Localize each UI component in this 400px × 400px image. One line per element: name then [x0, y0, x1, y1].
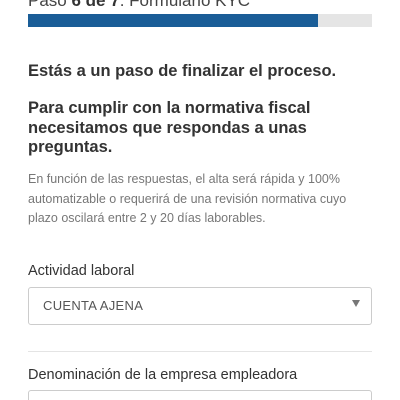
company-input[interactable] — [28, 390, 372, 400]
caret-down-icon — [352, 300, 360, 307]
step-header: Paso 6 de 7. Formulario KYC — [28, 0, 250, 11]
activity-select-value: CUENTA AJENA — [43, 298, 144, 313]
activity-label: Actividad laboral — [28, 263, 135, 279]
step-suffix: . Formulario KYC — [119, 0, 251, 10]
company-label: Denominación de la empresa empleadora — [28, 367, 298, 383]
intro-info: En función de las respuestas, el alta se… — [28, 172, 347, 225]
progress-bar — [28, 14, 372, 27]
section-divider — [28, 351, 372, 352]
activity-select[interactable]: CUENTA AJENA — [28, 287, 372, 325]
step-separator: de — [80, 0, 111, 10]
step-total: 7 — [110, 0, 120, 10]
step-current: 6 — [71, 0, 81, 10]
step-prefix: Paso — [28, 0, 72, 10]
intro-lead: Estás a un paso de finalizar el proceso. — [28, 62, 337, 80]
kyc-form-page: Paso 6 de 7. Formulario KYC Estás a un p… — [0, 0, 400, 400]
progress-bar-fill — [28, 14, 318, 27]
intro-question: Para cumplir con la normativa fiscal nec… — [28, 99, 311, 156]
